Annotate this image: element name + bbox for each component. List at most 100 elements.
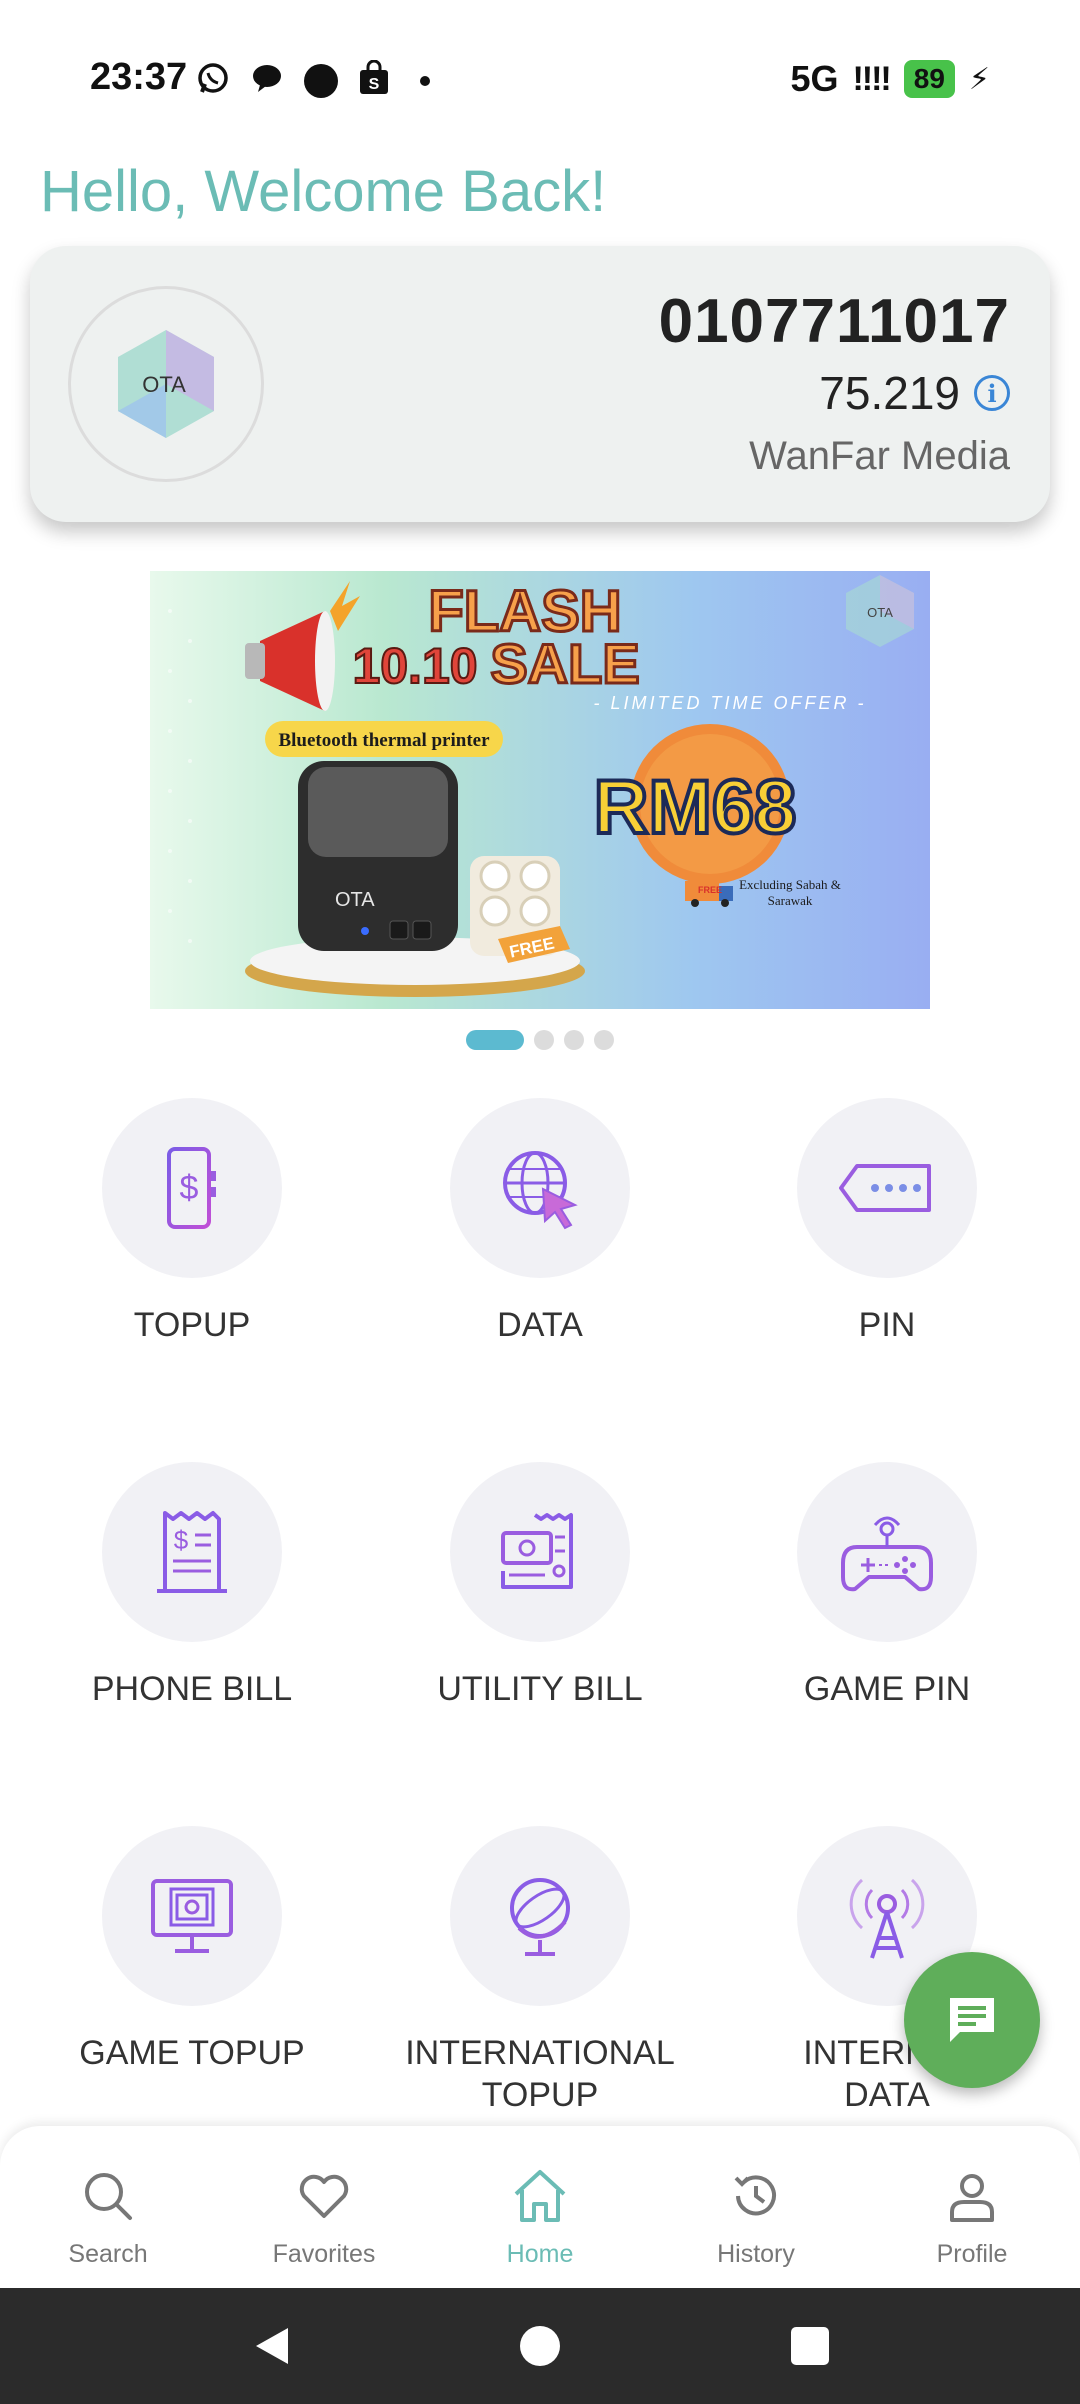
service-label-line1: INTERNATIONAL [405, 2034, 675, 2072]
antenna-icon [849, 1878, 925, 1959]
service-label-line2: DATA [844, 2076, 930, 2114]
account-number: 0107711017 [658, 287, 1010, 356]
account-name: WanFar Media [749, 434, 1010, 478]
banner-logo-icon: OTA [846, 575, 914, 647]
service-label: GAME TOPUP [79, 2034, 305, 2072]
phone-dollar-icon: $ [167, 1147, 216, 1229]
carousel-dot-active[interactable] [466, 1030, 524, 1050]
service-topup[interactable]: $ TOPUP [42, 1098, 342, 1346]
carousel-dot[interactable] [534, 1030, 554, 1050]
nav-profile[interactable]: Profile [864, 2126, 1080, 2288]
back-icon [256, 2328, 288, 2364]
service-label: GAME PIN [803, 1670, 971, 1708]
service-label-line2: TOPUP [481, 2076, 599, 2114]
nav-favorites[interactable]: Favorites [216, 2126, 432, 2288]
tag-icon [839, 1164, 931, 1212]
charging-icon: ⚡ [968, 62, 990, 96]
chat-bubble-icon [250, 61, 284, 100]
dot-icon [420, 75, 430, 86]
tile-circle [450, 1462, 630, 1642]
home-circle-icon [520, 2326, 560, 2366]
globe-stand-icon [510, 1878, 570, 1956]
account-card[interactable]: OTA 0107711017 75.219 i WanFar Media [30, 246, 1050, 522]
chat-fab-button[interactable] [904, 1952, 1040, 2088]
balance-row: 75.219 i [819, 366, 1010, 420]
notification-icons: S [196, 59, 430, 101]
history-icon [734, 2175, 776, 2216]
greeting-title: Hello, Welcome Back! [40, 159, 607, 224]
service-utility-bill[interactable]: UTILITY BILL [390, 1462, 690, 1710]
banner-title-sale: SALE [490, 632, 639, 695]
service-label: PHONE BILL [91, 1670, 293, 1708]
tile-circle: $ [102, 1098, 282, 1278]
carousel-indicator[interactable] [0, 1030, 1080, 1050]
service-label: PIN [858, 1306, 916, 1344]
svg-text:$: $ [174, 1525, 189, 1555]
status-time: 23:37 [90, 56, 188, 98]
person-icon [950, 2174, 994, 2222]
shopping-bag-icon: S [358, 59, 390, 101]
bottom-nav: Search Favorites Home History Profile [0, 2126, 1080, 2288]
monitor-cash-icon [151, 1879, 233, 1953]
svg-text:$: $ [180, 1169, 199, 1207]
nav-label: Favorites [272, 2240, 376, 2268]
status-bar: 23:37 S 5G !!!! 89 ⚡ [0, 0, 1080, 150]
nav-label: Search [68, 2240, 148, 2268]
service-label: UTILITY BILL [437, 1670, 643, 1708]
nav-label: Home [506, 2240, 574, 2268]
service-international-topup[interactable]: INTERNATIONAL TOPUP [390, 1826, 690, 2116]
whatsapp-icon [196, 61, 230, 100]
banner-subtitle: - LIMITED TIME OFFER - [594, 693, 867, 713]
service-label: DATA [497, 1306, 583, 1344]
home-icon [514, 2170, 566, 2222]
back-button[interactable] [250, 2324, 294, 2373]
nav-label: Profile [936, 2240, 1008, 2268]
circle-icon [304, 63, 338, 98]
service-pin[interactable]: PIN [737, 1098, 1037, 1346]
carousel-dot[interactable] [594, 1030, 614, 1050]
shipping-note-1: Excluding Sabah & [739, 877, 841, 892]
service-phone-bill[interactable]: $ PHONE BILL [42, 1462, 342, 1710]
nav-history[interactable]: History [648, 2126, 864, 2288]
banner-dots [168, 609, 192, 943]
receipt-icon: $ [157, 1511, 227, 1593]
info-icon[interactable]: i [974, 375, 1010, 411]
logo-text: OTA [142, 372, 186, 397]
service-game-topup[interactable]: GAME TOPUP [42, 1826, 342, 2074]
banner-product: Bluetooth thermal printer [278, 730, 490, 751]
gamepad-icon [841, 1516, 933, 1592]
service-label: INTERNATIONAL TOPUP [390, 2032, 690, 2116]
service-label: TOPUP [133, 1306, 251, 1344]
tile-circle [450, 1826, 630, 2006]
tile-circle: $ [102, 1462, 282, 1642]
nav-search[interactable]: Search [0, 2126, 216, 2288]
banner-logo-text: OTA [867, 605, 893, 620]
recents-icon [791, 2327, 829, 2365]
signal-icon: !!!! [852, 59, 891, 98]
nav-home[interactable]: Home [432, 2126, 648, 2288]
carousel-dot[interactable] [564, 1030, 584, 1050]
tile-circle [797, 1098, 977, 1278]
network-type: 5G [790, 58, 839, 99]
shipping-note-2: Sarawak [768, 893, 813, 908]
megaphone-icon [245, 581, 360, 711]
svg-text:S: S [369, 76, 380, 93]
system-nav-bar [0, 2288, 1080, 2404]
ota-logo-icon: OTA [118, 330, 214, 438]
account-balance: 75.219 [819, 367, 960, 419]
promo-banner[interactable]: FLASH 10.10 SALE - LIMITED TIME OFFER - … [150, 571, 930, 1009]
tile-circle [450, 1098, 630, 1278]
tile-circle [102, 1826, 282, 2006]
service-data[interactable]: DATA [390, 1098, 690, 1346]
heart-icon [299, 2174, 349, 2218]
home-system-button[interactable] [518, 2324, 562, 2373]
search-icon [85, 2173, 132, 2220]
banner-title-date: 10.10 [352, 638, 477, 694]
nav-label: History [717, 2240, 795, 2268]
tile-circle [797, 1462, 977, 1642]
recents-button[interactable] [788, 2324, 832, 2373]
shipping-badge: FREE [698, 885, 722, 895]
avatar[interactable]: OTA [68, 286, 264, 482]
bill-icon [501, 1513, 573, 1589]
service-game-pin[interactable]: GAME PIN [737, 1462, 1037, 1710]
